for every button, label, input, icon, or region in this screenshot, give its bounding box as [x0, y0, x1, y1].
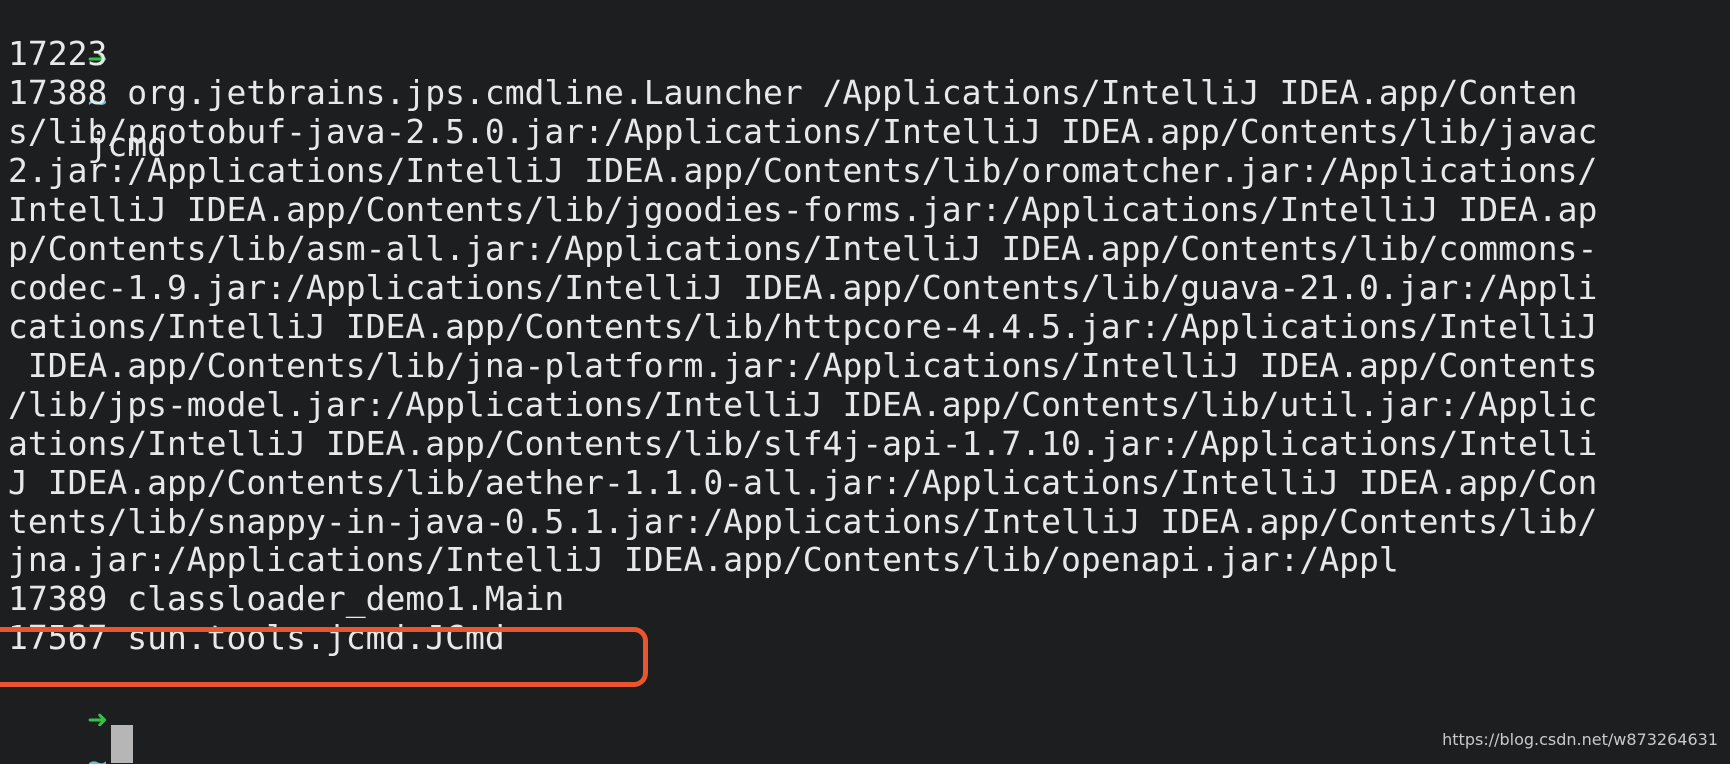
output-line: p/Contents/lib/asm-all.jar:/Applications… [8, 229, 1598, 268]
output-line: cations/IntelliJ IDEA.app/Contents/lib/h… [8, 307, 1598, 346]
output-line: codec-1.9.jar:/Applications/IntelliJ IDE… [8, 268, 1598, 307]
watermark-text: https://blog.csdn.net/w873264631 [1442, 730, 1718, 749]
prompt-arrow-icon: ➜ [87, 700, 108, 739]
output-line: IntelliJ IDEA.app/Contents/lib/jgoodies-… [8, 190, 1598, 229]
output-line: ations/IntelliJ IDEA.app/Contents/lib/sl… [8, 424, 1598, 463]
output-line: IDEA.app/Contents/lib/jna-platform.jar:/… [8, 346, 1598, 385]
output-line: 2.jar:/Applications/IntelliJ IDEA.app/Co… [8, 151, 1598, 190]
prompt-directory: ~ [87, 743, 108, 764]
output-line: 17223 [8, 34, 108, 73]
output-line: /lib/jps-model.jar:/Applications/Intelli… [8, 385, 1598, 424]
output-line: jna.jar:/Applications/IntelliJ IDEA.app/… [8, 540, 1399, 579]
output-line: tents/lib/snappy-in-java-0.5.1.jar:/Appl… [8, 502, 1598, 541]
terminal-window[interactable]: ➜ ~ jcmd 17223 17388 org.jetbrains.jps.c… [0, 0, 1730, 764]
output-line-highlighted: 17389 classloader_demo1.Main [8, 579, 565, 618]
output-line: J IDEA.app/Contents/lib/aether-1.1.0-all… [8, 463, 1598, 502]
highlight-annotation-box [0, 627, 648, 687]
text-cursor[interactable] [111, 725, 133, 763]
output-line: 17388 org.jetbrains.jps.cmdline.Launcher… [8, 73, 1578, 112]
output-line: s/lib/protobuf-java-2.5.0.jar:/Applicati… [8, 112, 1598, 151]
